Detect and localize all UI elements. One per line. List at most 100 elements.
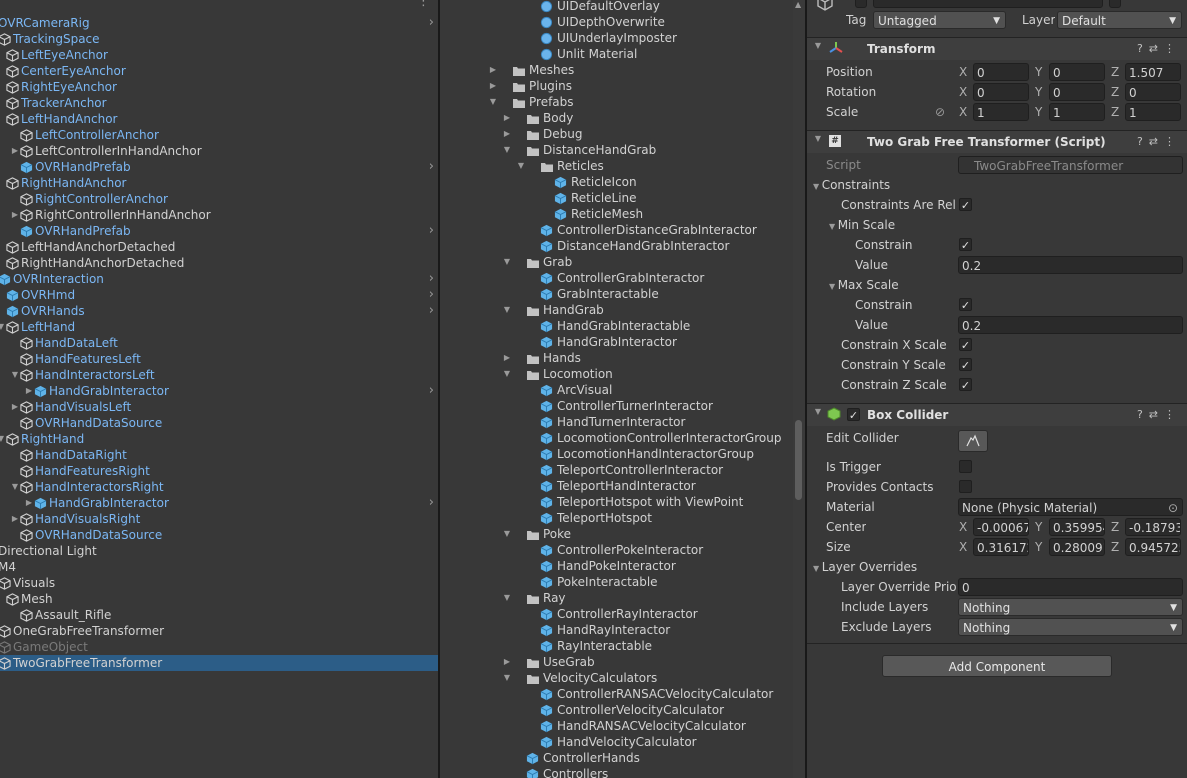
scroll-up-icon[interactable]: ▲ — [795, 0, 801, 9]
open-prefab-chevron-icon[interactable]: › — [429, 303, 434, 319]
project-item[interactable]: ControllerTurnerInteractor — [441, 398, 791, 414]
center-y-field[interactable]: 0.359954 — [1049, 518, 1105, 536]
hierarchy-item[interactable]: OVRHandDataSource — [0, 415, 438, 431]
include-layers-dropdown[interactable]: Nothing ▼ — [958, 598, 1183, 616]
hierarchy-item[interactable]: M4 — [0, 559, 438, 575]
project-item[interactable]: ▼ Poke — [441, 526, 791, 542]
project-scrollbar-thumb[interactable] — [795, 420, 802, 500]
collapse-arrow-icon[interactable]: ▶ — [501, 126, 513, 142]
hierarchy-item[interactable]: TrackerAnchor — [0, 95, 438, 111]
transform-header[interactable]: ▼ Transform ?⇄⋮ — [807, 37, 1187, 60]
project-item[interactable]: ControllerRayInteractor — [441, 606, 791, 622]
hierarchy-item[interactable]: LeftEyeAnchor — [0, 47, 438, 63]
open-prefab-chevron-icon[interactable]: › — [429, 383, 434, 399]
size-x-field[interactable]: 0.316172 — [973, 538, 1029, 556]
expand-arrow-icon[interactable]: ▼ — [501, 590, 513, 606]
fold-arrow-icon[interactable]: ▼ — [812, 407, 824, 423]
expand-arrow-icon[interactable]: ▼ — [501, 302, 513, 318]
rotation-z-field[interactable]: 0 — [1125, 83, 1181, 101]
min-scale-foldout[interactable]: ▼ Min Scale — [829, 215, 895, 235]
layer-dropdown[interactable]: Default ▼ — [1057, 11, 1182, 29]
hierarchy-item[interactable]: ▶ HandVisualsRight — [0, 511, 438, 527]
open-prefab-chevron-icon[interactable]: › — [429, 495, 434, 511]
position-y-field[interactable]: 0 — [1049, 63, 1105, 81]
expand-arrow-icon[interactable]: ▼ — [487, 94, 499, 110]
add-component-button[interactable]: Add Component — [882, 655, 1112, 677]
project-item[interactable]: ▶ UseGrab — [441, 654, 791, 670]
layer-overrides-foldout[interactable]: ▼ Layer Overrides — [813, 557, 917, 577]
open-prefab-chevron-icon[interactable]: › — [429, 223, 434, 239]
scale-z-field[interactable]: 1 — [1125, 103, 1181, 121]
size-z-field[interactable]: 0.945725 — [1125, 538, 1181, 556]
hierarchy-item[interactable]: ▼ RightHand — [0, 431, 438, 447]
expand-arrow-icon[interactable]: ▼ — [501, 254, 513, 270]
component-header-icons[interactable]: ?⇄⋮ — [1137, 404, 1181, 426]
project-item[interactable]: DistanceHandGrabInteractor — [441, 238, 791, 254]
material-field[interactable]: None (Physic Material) ⊙ — [958, 498, 1183, 516]
project-item[interactable]: HandRANSACVelocityCalculator — [441, 718, 791, 734]
max-scale-foldout[interactable]: ▼ Max Scale — [829, 275, 899, 295]
project-item[interactable]: ▶ Hands — [441, 350, 791, 366]
project-item[interactable]: ReticleLine — [441, 190, 791, 206]
hierarchy-item[interactable]: GameObject — [0, 639, 438, 655]
object-picker-icon[interactable]: ⊙ — [1168, 499, 1178, 515]
project-item[interactable]: ControllerGrabInteractor — [441, 270, 791, 286]
project-item[interactable]: ▼ Prefabs — [441, 94, 791, 110]
hierarchy-item[interactable]: LeftHandAnchor — [0, 111, 438, 127]
hierarchy-item[interactable]: RightControllerAnchor — [0, 191, 438, 207]
project-item[interactable]: ▶ Plugins — [441, 78, 791, 94]
expand-arrow-icon[interactable]: ▼ — [515, 158, 527, 174]
project-item[interactable]: ControllerPokeInteractor — [441, 542, 791, 558]
hierarchy-item[interactable]: TrackingSpace — [0, 31, 438, 47]
project-item[interactable]: TeleportHandInteractor — [441, 478, 791, 494]
hierarchy-item[interactable]: LeftHandAnchorDetached — [0, 239, 438, 255]
hierarchy-item[interactable]: Visuals — [0, 575, 438, 591]
hierarchy-item[interactable]: RightEyeAnchor — [0, 79, 438, 95]
hierarchy-item[interactable]: ▶ RightControllerInHandAnchor — [0, 207, 438, 223]
expand-arrow-icon[interactable]: ▼ — [501, 366, 513, 382]
hierarchy-item[interactable]: OneGrabFreeTransformer — [0, 623, 438, 639]
rotation-x-field[interactable]: 0 — [973, 83, 1029, 101]
edit-collider-button[interactable] — [958, 430, 988, 452]
project-item[interactable]: ControllerHands — [441, 750, 791, 766]
open-prefab-chevron-icon[interactable]: › — [429, 15, 434, 31]
hierarchy-item[interactable]: ▶ HandVisualsLeft — [0, 399, 438, 415]
relative-checkbox[interactable]: ✓ — [959, 198, 972, 212]
hierarchy-item[interactable]: CenterEyeAnchor — [0, 63, 438, 79]
hierarchy-item[interactable]: RightHandAnchor — [0, 175, 438, 191]
collapse-arrow-icon[interactable]: ▶ — [487, 78, 499, 94]
project-item[interactable]: ▼ Locomotion — [441, 366, 791, 382]
project-item[interactable]: HandGrabInteractable — [441, 318, 791, 334]
priority-field[interactable]: 0 — [958, 578, 1183, 596]
hierarchy-item[interactable]: OVRHandPrefab › — [0, 223, 438, 239]
project-item[interactable]: UIDepthOverwrite — [441, 14, 791, 30]
collapse-arrow-icon[interactable]: ▶ — [501, 350, 513, 366]
open-prefab-chevron-icon[interactable]: › — [429, 271, 434, 287]
constrain-z-checkbox[interactable]: ✓ — [959, 378, 972, 392]
max-constrain-checkbox[interactable]: ✓ — [959, 298, 972, 312]
project-item[interactable]: ▶ Meshes — [441, 62, 791, 78]
scale-y-field[interactable]: 1 — [1049, 103, 1105, 121]
component-header-icons[interactable]: ?⇄⋮ — [1137, 38, 1181, 60]
project-item[interactable]: ▼ Grab — [441, 254, 791, 270]
project-item[interactable]: TeleportControllerInteractor — [441, 462, 791, 478]
constrain-y-checkbox[interactable]: ✓ — [959, 358, 972, 372]
scale-x-field[interactable]: 1 — [973, 103, 1029, 121]
hierarchy-item[interactable]: HandFeaturesLeft — [0, 351, 438, 367]
project-item[interactable]: ArcVisual — [441, 382, 791, 398]
hierarchy-item[interactable]: OVRCameraRig › — [0, 15, 438, 31]
size-y-field[interactable]: 0.280091 — [1049, 538, 1105, 556]
project-item[interactable]: ReticleIcon — [441, 174, 791, 190]
is-trigger-checkbox[interactable] — [959, 460, 972, 473]
project-item[interactable]: Controllers — [441, 766, 791, 778]
box-collider-header[interactable]: ▼ ✓ Box Collider ?⇄⋮ — [807, 403, 1187, 426]
expand-arrow-icon[interactable]: ▼ — [501, 526, 513, 542]
hierarchy-item[interactable]: ▶ LeftControllerInHandAnchor — [0, 143, 438, 159]
provides-contacts-checkbox[interactable] — [959, 480, 972, 493]
name-field[interactable] — [873, 0, 1103, 8]
project-item[interactable]: ▶ Debug — [441, 126, 791, 142]
min-constrain-checkbox[interactable]: ✓ — [959, 238, 972, 252]
max-value-field[interactable]: 0.2 — [958, 316, 1183, 334]
project-item[interactable]: ▶ Body — [441, 110, 791, 126]
project-item[interactable]: ▼ HandGrab — [441, 302, 791, 318]
